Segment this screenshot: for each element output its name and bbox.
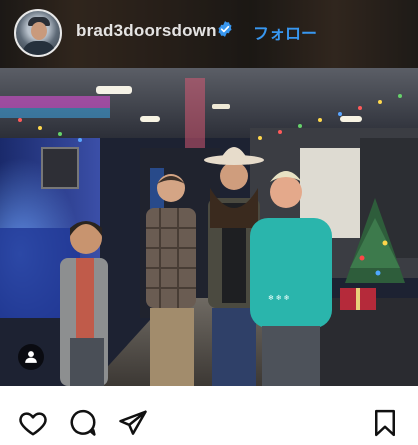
follow-button[interactable]: フォロー: [253, 20, 317, 44]
photo-illustration: ❄ ❄ ❄: [0, 68, 418, 386]
send-icon[interactable]: [118, 408, 148, 438]
user-tag-icon[interactable]: [18, 344, 44, 370]
bookmark-icon[interactable]: [370, 408, 400, 438]
username[interactable]: brad3doorsdown: [76, 21, 217, 41]
action-bar: [0, 386, 418, 445]
post-header: brad3doorsdown フォロー: [0, 0, 418, 68]
heart-icon[interactable]: [18, 408, 48, 438]
post-photo[interactable]: ❄ ❄ ❄: [0, 68, 418, 386]
verified-badge-icon: [218, 21, 232, 37]
svg-text:❄ ❄ ❄: ❄ ❄ ❄: [268, 294, 290, 302]
comment-icon[interactable]: [68, 408, 98, 438]
profile-avatar[interactable]: [14, 9, 62, 57]
